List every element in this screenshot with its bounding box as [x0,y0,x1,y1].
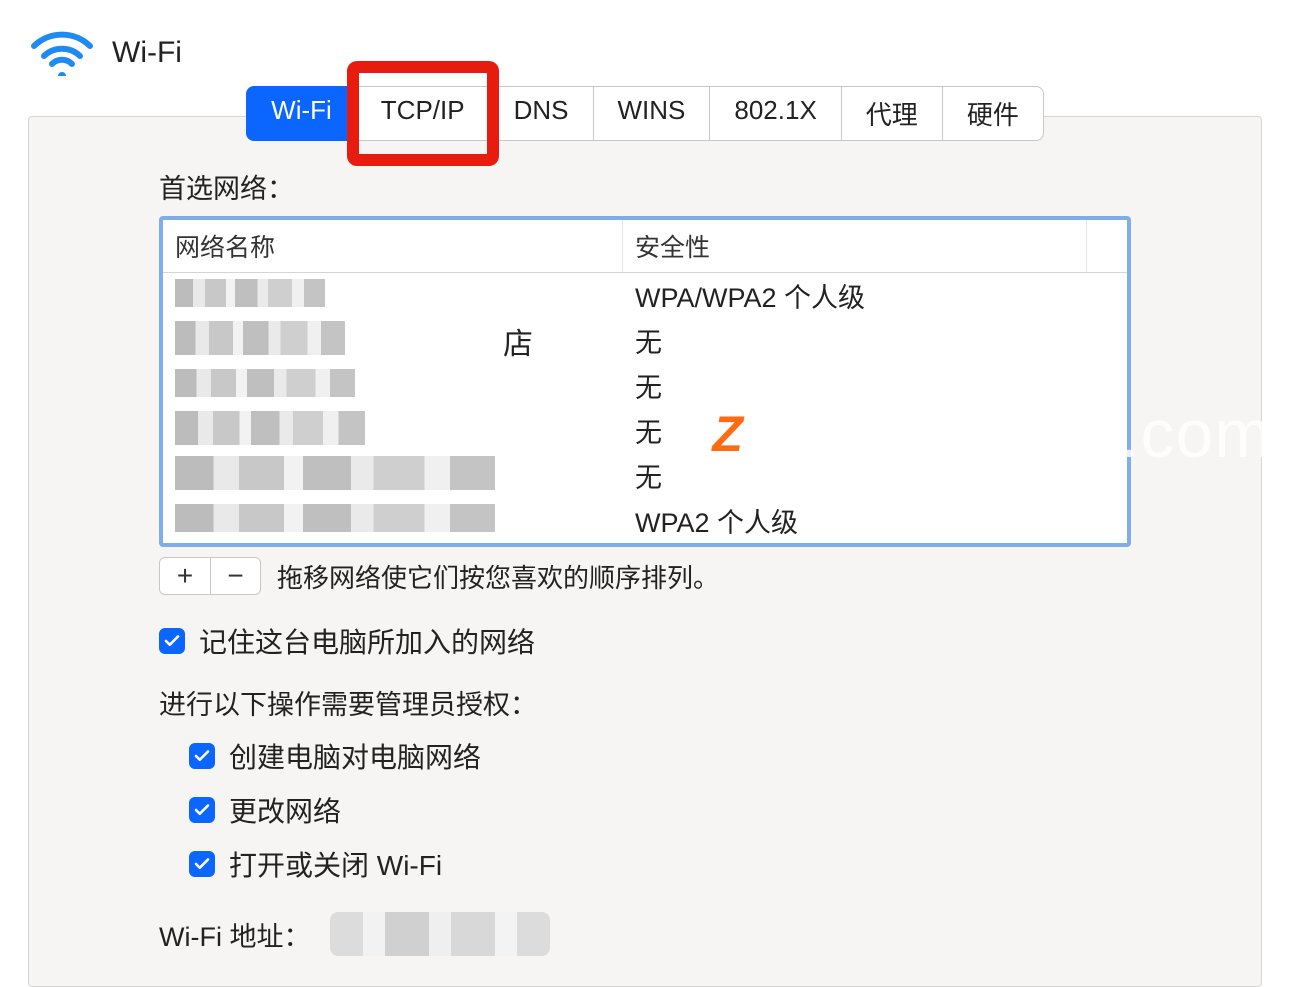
redacted-wifi-address [330,912,550,956]
tab-8021x[interactable]: 802.1X [709,86,840,141]
wifi-address-label: Wi-Fi 地址： [159,915,310,954]
toggle-wifi-option[interactable]: 打开或关闭 Wi-Fi [189,844,1131,884]
table-row[interactable]: 无 [163,363,1127,408]
security-value: WPA2 个人级 [623,498,1127,543]
checkbox-checked-icon[interactable] [159,628,185,654]
wifi-address-row: Wi-Fi 地址： [159,912,1131,956]
settings-panel: 首选网络： 网络名称 安全性 WPA/WPA2 个人级 店 无 无 无 [28,116,1262,987]
column-header-security[interactable]: 安全性 [623,220,1087,272]
change-network-option[interactable]: 更改网络 [189,790,1131,830]
add-network-button[interactable]: + [160,558,210,594]
redacted-network-name [175,456,495,490]
redacted-network-name [175,411,365,445]
table-row[interactable]: 店 无 [163,318,1127,363]
redacted-network-name [175,279,325,307]
table-row[interactable]: WPA2 个人级 [163,498,1127,543]
window-header: Wi-Fi [0,0,1290,76]
tab-wins[interactable]: WINS [593,86,710,141]
option-label: 更改网络 [229,790,341,830]
preferred-networks-table[interactable]: 网络名称 安全性 WPA/WPA2 个人级 店 无 无 无 [159,216,1131,547]
preferred-networks-label: 首选网络： [159,167,1131,206]
remove-network-button[interactable]: − [210,558,260,594]
tab-proxy[interactable]: 代理 [841,86,942,141]
security-value: 无 [623,453,1127,498]
wifi-icon [30,30,94,76]
create-adhoc-option[interactable]: 创建电脑对电脑网络 [189,736,1131,776]
table-row[interactable]: WPA/WPA2 个人级 [163,273,1127,318]
tab-label: TCP/IP [381,95,465,125]
redacted-network-name [175,321,345,355]
table-header: 网络名称 安全性 [163,220,1127,273]
remember-networks-option[interactable]: 记住这台电脑所加入的网络 [159,621,1131,661]
security-value: 无 [623,408,1127,453]
security-value: 无 [623,363,1127,408]
add-remove-group: + − [159,557,261,595]
option-label: 打开或关闭 Wi-Fi [229,844,442,884]
redacted-network-name [175,504,495,532]
tab-hardware[interactable]: 硬件 [942,86,1044,141]
column-header-spacer [1087,220,1127,272]
admin-auth-label: 进行以下操作需要管理员授权： [159,683,1131,722]
checkbox-checked-icon[interactable] [189,743,215,769]
redacted-network-name [175,369,355,397]
table-row[interactable]: 无 [163,453,1127,498]
checkbox-checked-icon[interactable] [189,797,215,823]
column-header-name[interactable]: 网络名称 [163,220,623,272]
tabs-bar: Wi-Fi TCP/IP DNS WINS 802.1X 代理 硬件 [0,86,1290,141]
checkbox-checked-icon[interactable] [189,851,215,877]
tab-wifi[interactable]: Wi-Fi [246,86,356,141]
option-label: 创建电脑对电脑网络 [229,736,481,776]
table-actions: + − 拖移网络使它们按您喜欢的顺序排列。 [159,557,1131,595]
network-name-suffix: 店 [503,319,533,363]
table-body: WPA/WPA2 个人级 店 无 无 无 无 WPA2 个人级 [163,273,1127,543]
tab-dns[interactable]: DNS [489,86,593,141]
option-label: 记住这台电脑所加入的网络 [199,621,535,661]
table-row[interactable]: 无 [163,408,1127,453]
reorder-hint: 拖移网络使它们按您喜欢的顺序排列。 [277,558,719,595]
page-title: Wi-Fi [112,36,182,70]
security-value: WPA/WPA2 个人级 [623,273,1127,318]
tab-tcpip[interactable]: TCP/IP [356,86,489,141]
security-value: 无 [623,318,1127,363]
